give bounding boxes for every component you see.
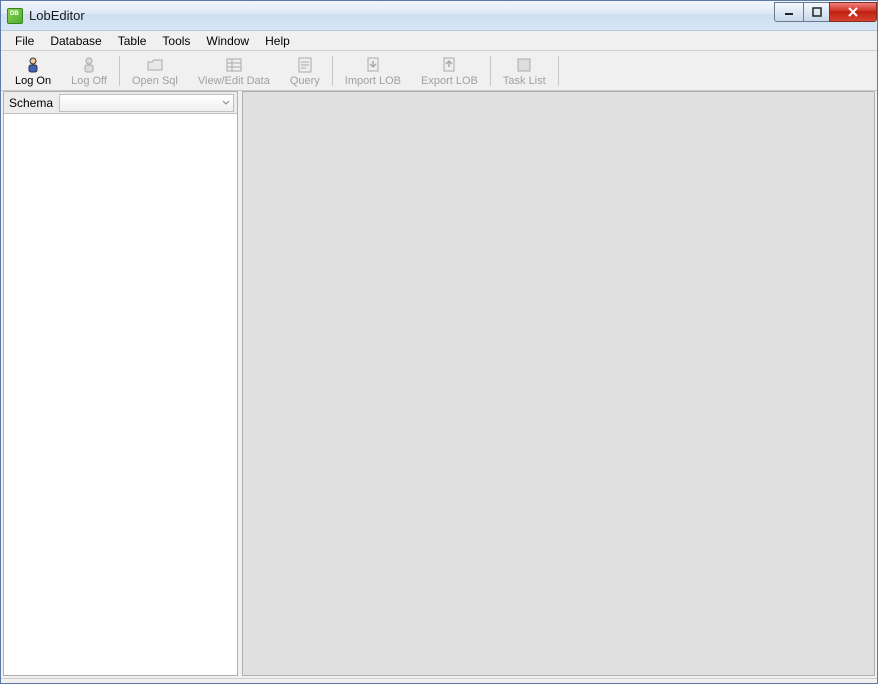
- data-grid-icon: [225, 56, 243, 74]
- logon-button[interactable]: Log On: [5, 52, 61, 90]
- minimize-button[interactable]: [774, 2, 804, 22]
- viewedit-label: View/Edit Data: [198, 75, 270, 87]
- title-bar: LobEditor: [1, 1, 877, 31]
- tasklist-label: Task List: [503, 75, 546, 87]
- logoff-button[interactable]: Log Off: [61, 52, 117, 90]
- toolbar-separator: [332, 56, 333, 86]
- query-icon: [296, 56, 314, 74]
- opensql-label: Open Sql: [132, 75, 178, 87]
- toolbar-separator: [119, 56, 120, 86]
- menu-bar: File Database Table Tools Window Help: [1, 31, 877, 51]
- toolbar: Log On Log Off Open Sql View/Edit Data: [1, 51, 877, 91]
- export-icon: [440, 56, 458, 74]
- tree-pane[interactable]: [4, 114, 237, 675]
- sidebar: Schema: [3, 91, 238, 676]
- menu-help[interactable]: Help: [257, 32, 298, 50]
- client-area: Schema: [1, 91, 877, 678]
- app-window: LobEditor File Database Table Tools Wind…: [0, 0, 878, 684]
- tasklist-button[interactable]: Task List: [493, 52, 556, 90]
- importlob-label: Import LOB: [345, 75, 401, 87]
- window-controls: [775, 2, 877, 22]
- exportlob-button[interactable]: Export LOB: [411, 52, 488, 90]
- logon-label: Log On: [15, 75, 51, 87]
- menu-window[interactable]: Window: [198, 32, 257, 50]
- menu-table[interactable]: Table: [110, 32, 155, 50]
- menu-database[interactable]: Database: [42, 32, 109, 50]
- importlob-button[interactable]: Import LOB: [335, 52, 411, 90]
- app-icon: [7, 8, 23, 24]
- logoff-icon: [80, 56, 98, 74]
- logoff-label: Log Off: [71, 75, 107, 87]
- viewedit-button[interactable]: View/Edit Data: [188, 52, 280, 90]
- chevron-down-icon: [222, 99, 230, 107]
- logon-icon: [24, 56, 42, 74]
- schema-select[interactable]: [59, 94, 234, 112]
- query-button[interactable]: Query: [280, 52, 330, 90]
- window-title: LobEditor: [29, 8, 85, 23]
- import-icon: [364, 56, 382, 74]
- status-bar: [1, 678, 877, 683]
- schema-label: Schema: [7, 96, 55, 110]
- menu-tools[interactable]: Tools: [154, 32, 198, 50]
- opensql-button[interactable]: Open Sql: [122, 52, 188, 90]
- toolbar-separator: [558, 56, 559, 86]
- main-pane: [242, 91, 875, 676]
- schema-row: Schema: [4, 92, 237, 114]
- menu-file[interactable]: File: [7, 32, 42, 50]
- folder-open-icon: [146, 56, 164, 74]
- tasklist-icon: [515, 56, 533, 74]
- close-button[interactable]: [829, 2, 877, 22]
- toolbar-separator: [490, 56, 491, 86]
- query-label: Query: [290, 75, 320, 87]
- exportlob-label: Export LOB: [421, 75, 478, 87]
- maximize-button[interactable]: [803, 2, 830, 22]
